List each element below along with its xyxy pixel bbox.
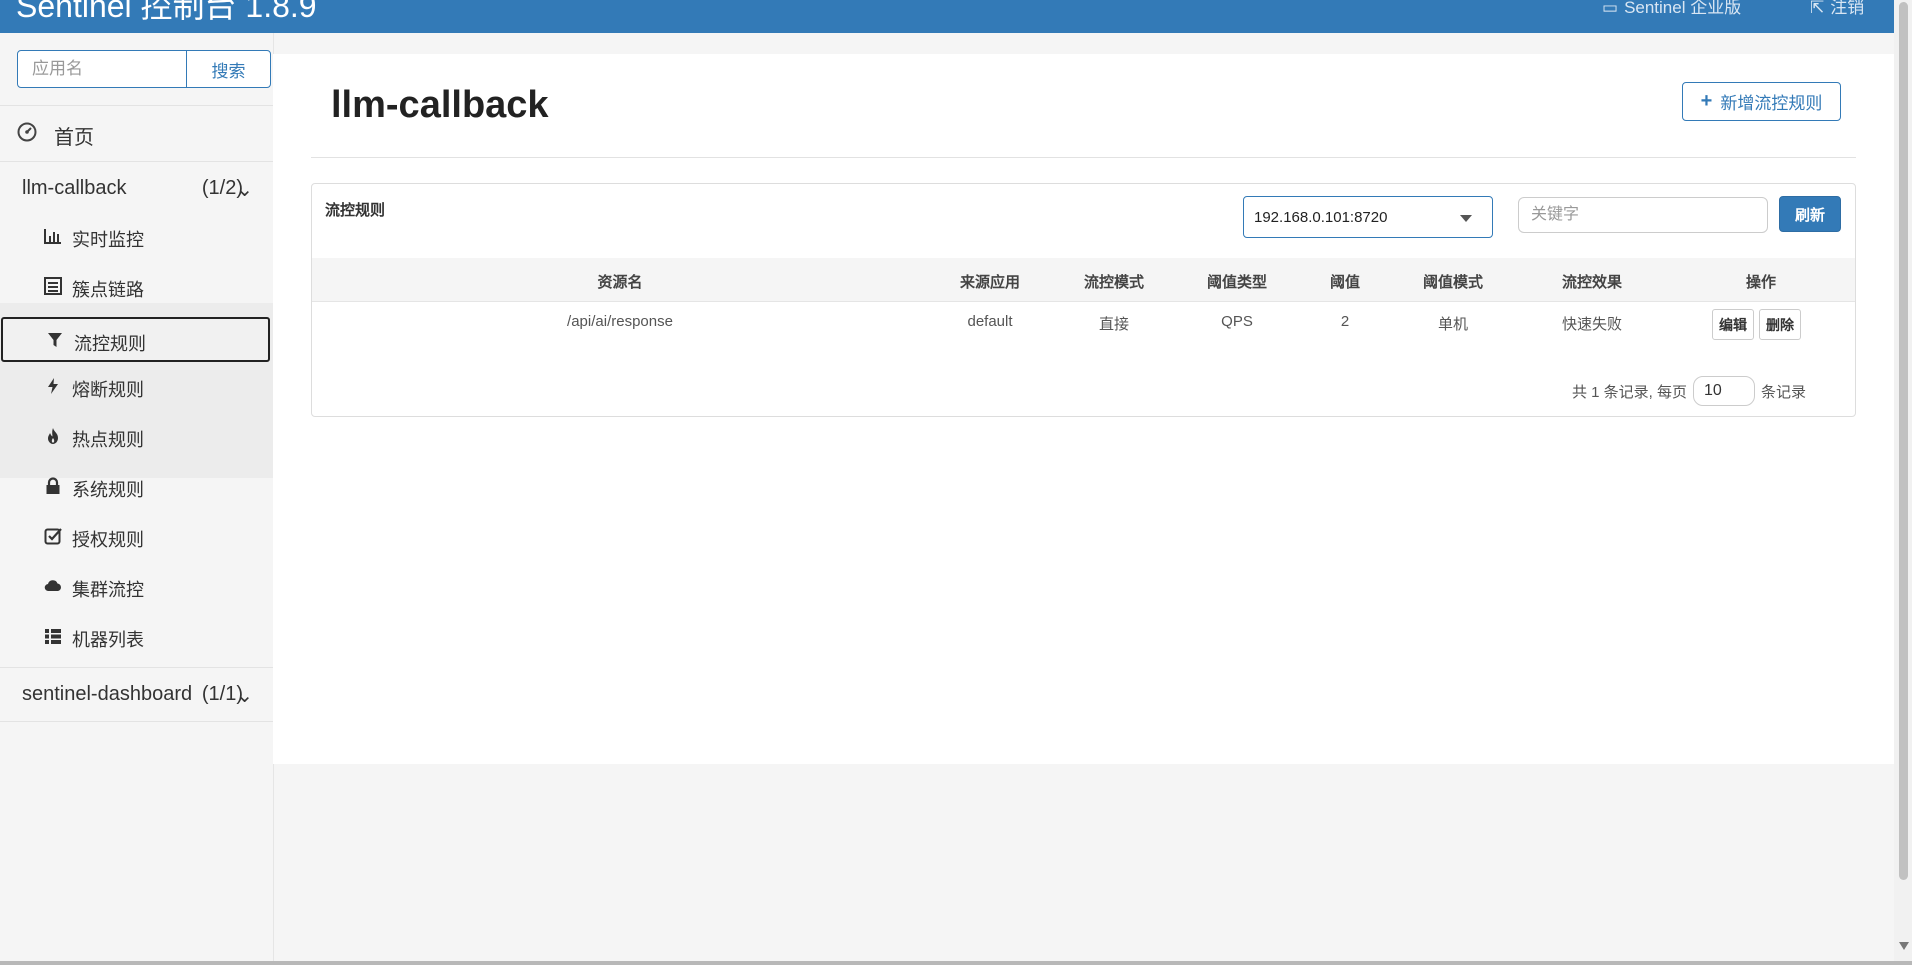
keyword-input[interactable] — [1518, 197, 1768, 233]
page-size-input[interactable] — [1693, 376, 1756, 406]
page-title: llm-callback — [331, 84, 549, 126]
logout-link[interactable]: ⇱ 注销 — [1810, 0, 1864, 18]
column-header: 阈值 — [1329, 274, 1361, 291]
scroll-down-arrow-icon[interactable] — [1899, 942, 1909, 950]
cell-control-behavior: 快速失败 — [1561, 316, 1623, 333]
sidebar-divider — [0, 105, 273, 106]
sidebar-item-param-rules[interactable]: 热点规则 — [0, 413, 273, 461]
filter-icon — [48, 333, 62, 347]
column-header: 阈值模式 — [1422, 274, 1484, 291]
app-group-sentinel-dashboard[interactable]: sentinel-dashboard (1/1) ⌄ — [0, 669, 273, 719]
app-search-input[interactable] — [17, 50, 187, 88]
enterprise-icon: ▭ — [1602, 0, 1619, 17]
column-header: 流控效果 — [1561, 274, 1623, 291]
chevron-down-icon: ⌄ — [236, 179, 253, 201]
main-content: llm-callback + 新增流控规则 流控规则 192.168.0.101… — [273, 54, 1894, 764]
refresh-button[interactable]: 刷新 — [1779, 196, 1841, 232]
pagination: 共 1 条记录, 每页 条记录 — [1572, 376, 1806, 406]
sidebar-item-label: 授权规则 — [72, 530, 144, 550]
cell-resource: /api/ai/response — [567, 313, 673, 330]
cell-strategy: 直接 — [1098, 316, 1130, 333]
sidebar-item-label: 熔断规则 — [72, 380, 144, 400]
column-header: 流控模式 — [1083, 274, 1145, 291]
sidebar-item-label: 流控规则 — [74, 334, 146, 354]
app-search-button[interactable]: 搜索 — [186, 50, 271, 88]
sidebar-item-label: 集群流控 — [72, 580, 144, 600]
brand-title[interactable]: Sentinel 控制台 1.8.9 — [16, 0, 317, 26]
sidebar-item-label: 热点规则 — [72, 430, 144, 450]
logout-label: 注销 — [1830, 0, 1865, 17]
th-list-icon — [45, 629, 61, 644]
sidebar-item-label: 机器列表 — [72, 630, 144, 650]
pager-total: 共 1 条记录, 每页 — [1572, 383, 1688, 401]
flow-rules-panel: 流控规则 192.168.0.101:8720 刷新 资源名 来源应用 流控模式… — [311, 183, 1856, 417]
panel-title: 流控规则 — [325, 202, 386, 219]
add-flow-rule-button[interactable]: + 新增流控规则 — [1682, 82, 1841, 121]
cell-cluster-mode: 单机 — [1437, 316, 1469, 333]
logout-icon: ⇱ — [1810, 0, 1825, 17]
machine-select[interactable]: 192.168.0.101:8720 — [1243, 196, 1493, 238]
cloud-icon — [44, 580, 61, 592]
dashboard-icon — [17, 122, 37, 142]
edit-button[interactable]: 编辑 — [1712, 309, 1754, 340]
column-header: 资源名 — [597, 274, 643, 291]
list-alt-icon — [44, 277, 62, 295]
plus-icon: + — [1700, 90, 1713, 112]
sidebar-item-cluster-link[interactable]: 簇点链路 — [0, 263, 273, 311]
sidebar-item-label: 实时监控 — [72, 230, 144, 250]
chevron-down-icon: ⌄ — [236, 685, 253, 707]
sidebar-item-cluster-flow[interactable]: 集群流控 — [0, 563, 273, 611]
column-header: 操作 — [1745, 274, 1777, 291]
sidebar-item-home[interactable]: 首页 — [0, 107, 273, 161]
top-navbar: Sentinel 控制台 1.8.9 ▭ Sentinel 企业版 ⇱ 注销 — [0, 0, 1894, 33]
app-group-llm-callback[interactable]: llm-callback (1/2) ⌄ — [0, 163, 273, 213]
table-row: /api/ai/response default 直接 QPS 2 单机 快速失… — [312, 302, 1855, 350]
cell-count: 2 — [1340, 313, 1350, 330]
sidebar-item-machines[interactable]: 机器列表 — [0, 613, 273, 661]
sidebar-item-monitor[interactable]: 实时监控 — [0, 213, 273, 261]
add-flow-rule-label: 新增流控规则 — [1720, 94, 1823, 113]
app-search: 搜索 — [17, 50, 271, 88]
fire-icon — [48, 428, 58, 444]
sidebar-item-label: 系统规则 — [72, 480, 144, 500]
machine-select-value: 192.168.0.101:8720 — [1254, 209, 1388, 226]
enterprise-label: Sentinel 企业版 — [1624, 0, 1742, 17]
sidebar-divider — [0, 667, 273, 668]
sidebar: 搜索 首页 llm-callback (1/2) ⌄ 实时监控 簇点链路 — [0, 33, 274, 961]
pager-suffix: 条记录 — [1761, 383, 1807, 401]
title-divider — [311, 157, 1856, 158]
column-header: 阈值类型 — [1206, 274, 1268, 291]
window-bottom-edge — [0, 961, 1912, 965]
app-name: sentinel-dashboard — [22, 683, 193, 705]
enterprise-link[interactable]: ▭ Sentinel 企业版 — [1602, 0, 1741, 18]
sidebar-item-flow-rules[interactable]: 流控规则 — [1, 317, 270, 362]
row-actions: 编辑 删除 — [1712, 309, 1801, 340]
sidebar-item-label: 簇点链路 — [72, 280, 144, 300]
caret-down-icon — [1460, 215, 1472, 222]
flash-icon — [48, 378, 58, 394]
sidebar-item-system-rules[interactable]: 系统规则 — [0, 463, 273, 511]
sidebar-divider — [0, 161, 273, 162]
cell-limit-app: default — [967, 313, 1013, 330]
cell-grade: QPS — [1221, 313, 1253, 330]
lock-icon — [46, 477, 60, 494]
sidebar-item-degrade-rules[interactable]: 熔断规则 — [0, 363, 273, 411]
app-name: llm-callback — [22, 177, 127, 199]
delete-button[interactable]: 删除 — [1759, 309, 1801, 340]
table-header: 资源名 来源应用 流控模式 阈值类型 阈值 阈值模式 流控效果 操作 — [312, 258, 1855, 302]
sidebar-item-label: 首页 — [54, 127, 94, 149]
column-header: 来源应用 — [959, 274, 1021, 291]
scrollbar-thumb[interactable] — [1899, 2, 1908, 880]
vertical-scrollbar[interactable] — [1894, 0, 1912, 961]
sidebar-item-authority-rules[interactable]: 授权规则 — [0, 513, 273, 561]
check-icon — [44, 528, 62, 545]
sidebar-divider — [0, 721, 273, 722]
bar-chart-icon — [44, 229, 61, 244]
